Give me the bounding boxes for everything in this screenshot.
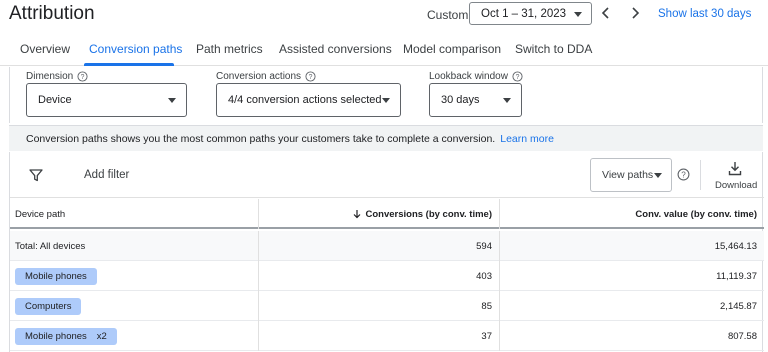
column-header-conversions[interactable]: Conversions (by conv. time) <box>258 199 498 229</box>
total-label: Total: All devices <box>15 240 86 252</box>
date-range-select[interactable]: Oct 1 – 31, 2023 <box>469 2 592 25</box>
conversions-cell: 403 <box>258 261 498 291</box>
toolbar-divider <box>700 160 701 190</box>
help-icon[interactable]: ? <box>305 71 316 82</box>
path-multiplier: x2 <box>96 330 107 342</box>
filter-panel: Dimension ? Device Conversion actions ? … <box>9 67 763 123</box>
info-notice: Conversion paths shows you the most comm… <box>9 125 763 151</box>
dimension-select[interactable]: Device <box>26 83 187 117</box>
conversion-actions-label: Conversion actions ? <box>216 71 316 82</box>
view-paths-select[interactable]: View paths <box>590 158 672 192</box>
filter-icon[interactable] <box>29 168 43 182</box>
download-icon[interactable] <box>728 161 742 176</box>
help-icon[interactable]: ? <box>677 168 690 181</box>
help-icon[interactable]: ? <box>77 71 88 82</box>
dimension-label-text: Dimension <box>26 71 74 82</box>
svg-text:?: ? <box>81 74 85 81</box>
dropdown-caret-icon <box>382 98 390 103</box>
help-icon[interactable]: ? <box>512 71 523 82</box>
table-header: Device path Conversions (by conv. time) … <box>10 199 764 229</box>
sort-down-icon <box>354 210 361 219</box>
chip-label: Mobile phones <box>25 330 87 342</box>
dimension-value: Device <box>38 94 72 106</box>
conv-value-cell: 2,145.87 <box>499 291 763 321</box>
lookback-label-text: Lookback window <box>429 71 508 82</box>
device-path-cell: Mobile phones x2 <box>15 321 117 351</box>
conversion-actions-value: 4/4 conversion actions selected <box>228 94 382 106</box>
svg-text:?: ? <box>309 74 313 81</box>
tab-model-comparison[interactable]: Model comparison <box>403 42 501 56</box>
download-button-label[interactable]: Download <box>715 180 757 191</box>
lookback-window-select[interactable]: 30 days <box>429 83 522 117</box>
device-path-chip[interactable]: Mobile phones <box>15 267 97 285</box>
view-paths-label: View paths <box>602 169 654 181</box>
lookback-window-value: 30 days <box>441 94 480 106</box>
column-header-conversions-label: Conversions (by conv. time) <box>365 208 492 220</box>
learn-more-link[interactable]: Learn more <box>500 133 554 145</box>
tab-switch-to-dda[interactable]: Switch to DDA <box>515 42 592 56</box>
table-row: Mobile phones 403 11,119.37 <box>10 261 764 291</box>
tab-path-metrics[interactable]: Path metrics <box>196 42 263 56</box>
dropdown-caret-icon <box>168 98 176 103</box>
active-tab-indicator <box>84 63 174 66</box>
tab-assisted-conversions[interactable]: Assisted conversions <box>279 42 392 56</box>
device-path-cell: Computers <box>15 291 82 321</box>
add-filter-button[interactable]: Add filter <box>84 169 129 181</box>
tab-bar: Overview Conversion paths Path metrics A… <box>0 34 768 66</box>
tab-conversion-paths[interactable]: Conversion paths <box>89 42 182 56</box>
date-range-value: Oct 1 – 31, 2023 <box>481 7 567 20</box>
conv-value-cell: 11,119.37 <box>499 261 763 291</box>
chevron-right-icon[interactable] <box>627 5 643 21</box>
dimension-label: Dimension ? <box>26 71 88 82</box>
tab-overview[interactable]: Overview <box>20 42 70 56</box>
total-conversions: 594 <box>258 231 498 261</box>
conversions-cell: 85 <box>258 291 498 321</box>
conv-value-cell: 807.58 <box>499 321 763 351</box>
svg-text:?: ? <box>516 74 520 81</box>
conversion-actions-select[interactable]: 4/4 conversion actions selected <box>216 83 401 117</box>
dropdown-caret-icon <box>654 173 662 178</box>
page-title: Attribution <box>9 3 95 24</box>
table-row: Mobile phones x2 37 807.58 <box>10 321 764 351</box>
chip-label: Mobile phones <box>25 270 87 282</box>
dropdown-caret-icon <box>574 12 582 17</box>
conversion-actions-label-text: Conversion actions <box>216 71 302 82</box>
table-toolbar: Add filter View paths ? Download <box>10 152 764 198</box>
device-path-chip[interactable]: Computers <box>15 297 82 315</box>
table-row: Computers 85 2,145.87 <box>10 291 764 321</box>
total-conv-value: 15,464.13 <box>499 231 763 261</box>
dropdown-caret-icon <box>503 98 511 103</box>
lookback-window-label: Lookback window ? <box>429 71 523 82</box>
svg-text:?: ? <box>681 171 686 180</box>
chevron-left-icon[interactable] <box>598 5 614 21</box>
column-header-conv-value[interactable]: Conv. value (by conv. time) <box>499 199 763 229</box>
device-path-cell: Mobile phones <box>15 261 97 291</box>
conversions-cell: 37 <box>258 321 498 351</box>
date-range-type: Custom <box>427 8 469 22</box>
notice-text: Conversion paths shows you the most comm… <box>26 132 496 145</box>
chip-label: Computers <box>25 300 72 312</box>
device-path-chip[interactable]: Mobile phones x2 <box>15 327 117 345</box>
column-header-device-path[interactable]: Device path <box>15 199 65 229</box>
table-row-total: Total: All devices 594 15,464.13 <box>10 231 764 261</box>
conversion-paths-table-card: Add filter View paths ? Download Device … <box>9 152 764 352</box>
show-last-30-days-link[interactable]: Show last 30 days <box>658 8 751 20</box>
page-header: Attribution Custom Oct 1 – 31, 2023 Show… <box>0 0 768 30</box>
